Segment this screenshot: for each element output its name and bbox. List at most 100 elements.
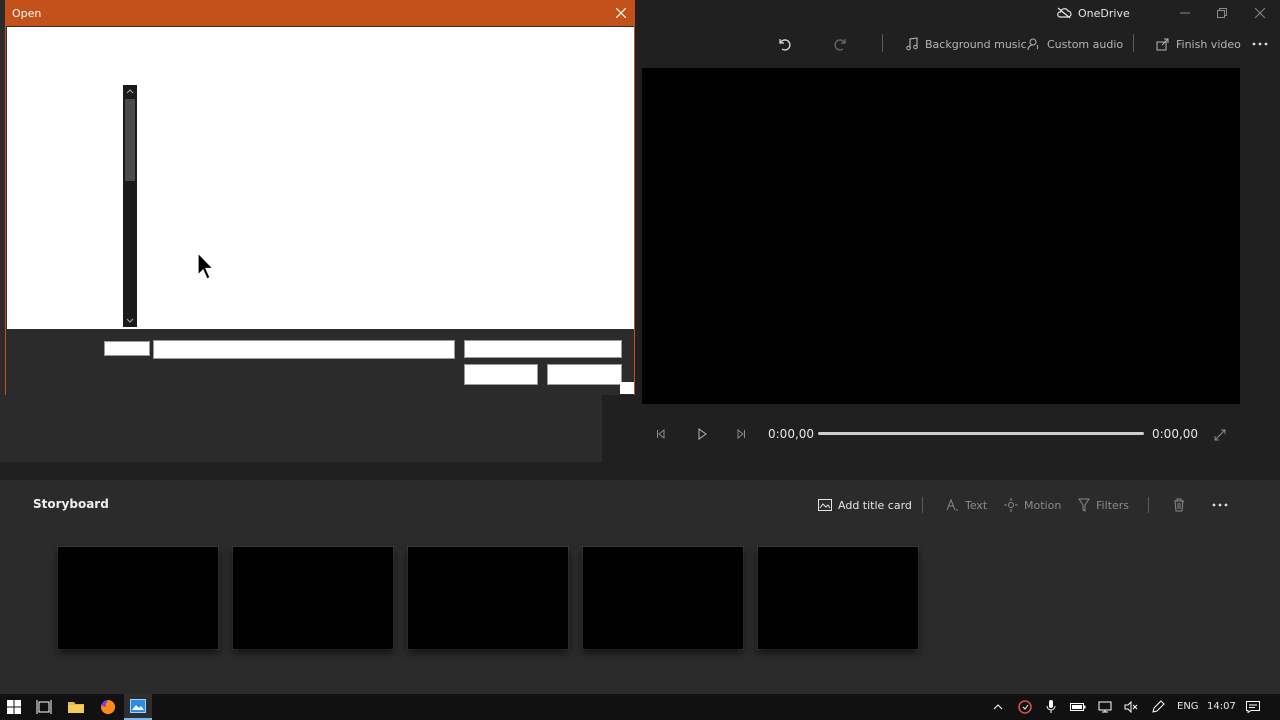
redo-icon — [834, 39, 846, 51]
seek-slider[interactable] — [818, 432, 1144, 435]
scrollbar-thumb[interactable] — [125, 99, 135, 181]
cancel-button[interactable] — [547, 364, 622, 385]
pen-button[interactable] — [1144, 694, 1172, 720]
open-button[interactable] — [464, 364, 538, 385]
pointer-icon — [197, 252, 215, 280]
minimize-button[interactable] — [1170, 3, 1200, 23]
photos-taskbar-button[interactable] — [124, 694, 152, 720]
restore-icon — [1217, 8, 1227, 18]
close-icon — [1255, 8, 1265, 18]
add-title-card-button[interactable]: Add title card — [818, 496, 912, 514]
microphone-icon — [1046, 700, 1056, 713]
step-forward-icon — [737, 428, 745, 440]
trash-icon — [1174, 498, 1184, 512]
text-label: Text — [965, 498, 988, 512]
finish-video-button[interactable]: Finish video — [1156, 34, 1241, 54]
filename-input[interactable] — [153, 340, 455, 359]
storyboard-clip[interactable] — [583, 547, 743, 649]
onedrive-status[interactable]: OneDrive — [1056, 5, 1130, 21]
motion-button[interactable]: Motion — [1004, 496, 1061, 514]
custom-audio-icon — [1027, 38, 1039, 51]
dialog-titlebar[interactable]: Open — [6, 1, 634, 26]
task-view-icon — [36, 700, 52, 714]
filters-button[interactable]: Filters — [1078, 496, 1129, 514]
navigation-scrollbar[interactable] — [123, 85, 137, 327]
video-preview[interactable] — [642, 68, 1240, 404]
file-explorer-taskbar-button[interactable] — [62, 694, 90, 720]
firefox-taskbar-button[interactable] — [94, 694, 122, 720]
close-icon — [616, 8, 626, 18]
storyboard-divider — [1148, 497, 1149, 513]
show-hidden-icons-button[interactable] — [984, 694, 1012, 720]
total-time: 0:00,00 — [1152, 427, 1199, 441]
network-button[interactable] — [1091, 694, 1119, 720]
notification-icon — [1246, 701, 1260, 713]
start-button[interactable] — [0, 694, 28, 720]
more-options-button[interactable] — [1251, 34, 1269, 54]
volume-muted-icon — [1124, 701, 1138, 713]
restore-button[interactable] — [1207, 3, 1237, 23]
dialog-close-button[interactable] — [612, 4, 630, 22]
onedrive-cloud-off-icon — [1056, 7, 1072, 19]
fullscreen-button[interactable] — [1213, 425, 1227, 445]
mouse-cursor — [197, 252, 215, 280]
undo-icon — [779, 39, 791, 51]
play-icon — [698, 428, 707, 440]
microphone-button[interactable] — [1037, 694, 1065, 720]
open-dialog: Open — [5, 0, 635, 395]
close-app-button[interactable] — [1245, 3, 1275, 23]
previous-frame-button[interactable] — [654, 424, 668, 444]
expand-icon — [1214, 429, 1226, 441]
folder-icon — [68, 702, 84, 713]
music-note-icon — [906, 37, 918, 51]
storyboard-clip[interactable] — [408, 547, 568, 649]
motion-icon — [1004, 498, 1018, 512]
task-view-button[interactable] — [30, 694, 58, 720]
share-export-icon — [1156, 38, 1169, 51]
storyboard-divider — [922, 497, 923, 513]
custom-audio-button[interactable]: Custom audio — [1027, 34, 1123, 54]
volume-button[interactable] — [1117, 694, 1145, 720]
filters-icon — [1078, 498, 1090, 512]
resize-grip[interactable] — [620, 382, 634, 394]
firefox-icon — [101, 699, 116, 714]
clock[interactable]: 14:07 — [1207, 701, 1236, 712]
windows-logo-icon — [7, 700, 21, 714]
dialog-footer — [6, 329, 634, 395]
custom-audio-label: Custom audio — [1047, 37, 1124, 51]
battery-button[interactable] — [1064, 694, 1092, 720]
toolbar-divider — [1133, 34, 1134, 52]
text-icon — [946, 498, 958, 511]
text-button[interactable]: Text — [945, 496, 987, 514]
delete-button[interactable] — [1173, 496, 1185, 514]
language-indicator[interactable]: ENG — [1177, 701, 1199, 712]
play-button[interactable] — [695, 424, 709, 444]
onedrive-label: OneDrive — [1078, 6, 1130, 20]
title-card-icon — [818, 499, 832, 511]
notifications-button[interactable] — [1239, 694, 1267, 720]
file-type-dropdown[interactable] — [464, 340, 622, 358]
redo-button[interactable] — [833, 34, 849, 54]
file-browser-area[interactable] — [7, 27, 634, 329]
pen-icon — [1152, 700, 1165, 713]
tray-app-icon — [1018, 700, 1032, 714]
storyboard-clip[interactable] — [58, 547, 218, 649]
background-music-button[interactable]: Background music — [905, 34, 1027, 54]
add-title-card-label: Add title card — [838, 498, 912, 512]
tray-app-button[interactable] — [1011, 694, 1039, 720]
toolbar-divider — [882, 34, 883, 52]
photos-icon — [130, 699, 146, 713]
motion-label: Motion — [1024, 498, 1062, 512]
filename-label-field — [104, 341, 150, 356]
storyboard-clip[interactable] — [233, 547, 393, 649]
storyboard-clip[interactable] — [758, 547, 918, 649]
more-icon — [1252, 42, 1268, 46]
dialog-title: Open — [12, 7, 42, 20]
minimize-icon — [1180, 12, 1190, 14]
more-icon — [1212, 503, 1228, 507]
storyboard-more-button[interactable] — [1211, 496, 1229, 514]
next-frame-button[interactable] — [734, 424, 748, 444]
undo-button[interactable] — [776, 34, 792, 54]
filters-label: Filters — [1096, 498, 1129, 512]
scroll-up-icon — [126, 89, 134, 94]
